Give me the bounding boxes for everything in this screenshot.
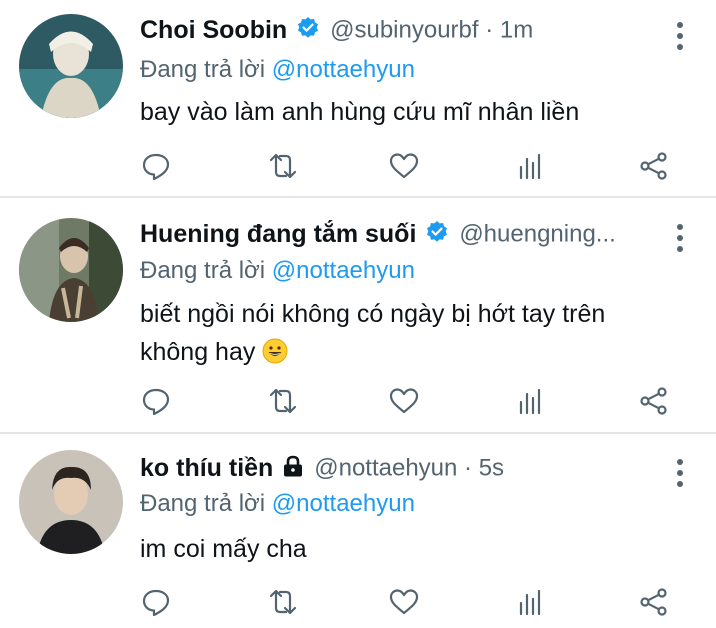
tweet-3[interactable]: ko thíu tiền @nottaehyun · 5s Đang trả l…: [0, 434, 716, 628]
retweet-icon[interactable]: [265, 148, 301, 184]
reply-mention-link[interactable]: @nottaehyun: [272, 56, 415, 83]
verified-badge-icon: [425, 220, 449, 249]
tweet-text-line: biết ngồi nói không có ngày bị hớt tay t…: [140, 300, 606, 328]
tweet-header: ko thíu tiền @nottaehyun · 5s: [140, 454, 656, 490]
verified-badge-icon: [296, 16, 320, 45]
like-icon[interactable]: [386, 584, 422, 620]
retweet-icon[interactable]: [265, 584, 301, 620]
share-icon[interactable]: [636, 584, 672, 620]
reply-mention-link[interactable]: @nottaehyun: [272, 490, 415, 517]
display-name[interactable]: Choi Soobin: [140, 16, 287, 44]
tweet-header: Choi Soobin @subinyourbf · 1m: [140, 16, 656, 52]
like-icon[interactable]: [386, 148, 422, 184]
views-icon[interactable]: [512, 148, 548, 184]
handle-and-time: @subinyourbf · 1m: [330, 16, 534, 44]
lock-icon: [282, 454, 304, 483]
reply-prefix: Đang trả lời: [140, 56, 266, 83]
reply-mention-link[interactable]: @nottaehyun: [272, 257, 415, 284]
handle-and-time: @nottaehyun · 5s: [314, 454, 505, 482]
replying-to: Đang trả lời @nottaehyun: [140, 257, 415, 285]
retweet-icon[interactable]: [265, 383, 301, 419]
tweet-text-line: im coi mấy cha: [140, 535, 307, 563]
action-bar: [0, 584, 716, 620]
avatar[interactable]: [19, 14, 123, 118]
tweet-header: Huening đang tắm suối @huengning...: [140, 220, 656, 256]
more-options-icon[interactable]: [676, 224, 684, 257]
display-name[interactable]: Huening đang tắm suối: [140, 220, 416, 248]
tweet-1[interactable]: Choi Soobin @subinyourbf · 1m Đang trả l…: [0, 0, 716, 196]
action-bar: [0, 383, 716, 419]
more-options-icon[interactable]: [676, 22, 684, 55]
tweet-text-line: không hay: [140, 333, 676, 375]
tweet-text: biết ngồi nói không có ngày bị hớt tay t…: [140, 295, 676, 375]
share-icon[interactable]: [636, 148, 672, 184]
tweet-text-line: bay vào làm anh hùng cứu mĩ nhân liền: [140, 98, 580, 126]
tweet-text: bay vào làm anh hùng cứu mĩ nhân liền: [140, 93, 676, 131]
reply-prefix: Đang trả lời: [140, 490, 266, 517]
views-icon[interactable]: [512, 584, 548, 620]
replying-to: Đang trả lời @nottaehyun: [140, 56, 415, 84]
tweet-text: im coi mấy cha: [140, 530, 676, 568]
reply-icon[interactable]: [138, 148, 174, 184]
display-name[interactable]: ko thíu tiền: [140, 454, 273, 482]
grinning-face-emoji: [262, 337, 288, 375]
views-icon[interactable]: [512, 383, 548, 419]
replying-to: Đang trả lời @nottaehyun: [140, 490, 415, 518]
share-icon[interactable]: [636, 383, 672, 419]
tweet-text-line-2: không hay: [140, 338, 256, 366]
action-bar: [0, 148, 716, 184]
tweet-2[interactable]: Huening đang tắm suối @huengning... Đang…: [0, 198, 716, 432]
reply-icon[interactable]: [138, 584, 174, 620]
handle-and-time: @huengning...: [459, 220, 616, 248]
reply-icon[interactable]: [138, 383, 174, 419]
like-icon[interactable]: [386, 383, 422, 419]
avatar[interactable]: [19, 450, 123, 554]
more-options-icon[interactable]: [676, 459, 684, 492]
reply-prefix: Đang trả lời: [140, 257, 266, 284]
avatar[interactable]: [19, 218, 123, 322]
